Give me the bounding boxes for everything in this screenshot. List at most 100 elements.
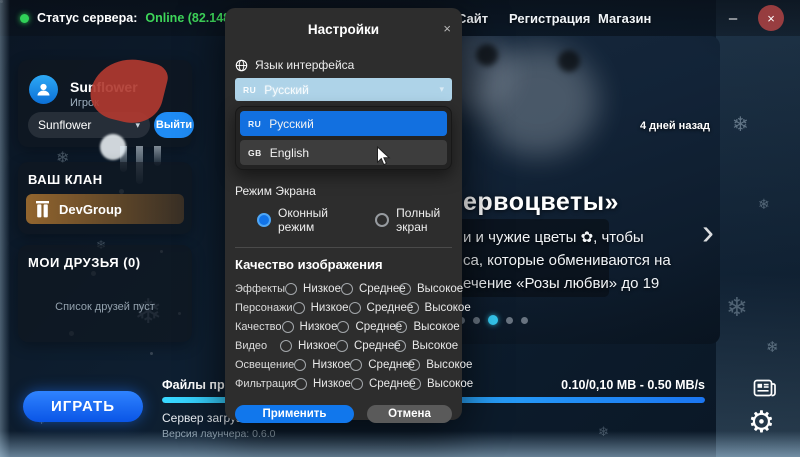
radio-icon xyxy=(349,302,361,314)
language-label: Язык интерфейса xyxy=(255,58,354,72)
online-status-dot xyxy=(20,14,29,23)
news-line-1: и и чужие цветы ✿, чтобы xyxy=(463,226,671,249)
carousel-dot-active[interactable] xyxy=(488,315,498,325)
radio-video-medium[interactable]: Среднее xyxy=(336,340,394,352)
carousel-dot[interactable] xyxy=(506,317,513,324)
modal-close-icon[interactable]: × xyxy=(443,21,451,36)
radio-fullscreen[interactable]: Полный экран xyxy=(375,206,452,234)
radio-icon xyxy=(407,302,419,314)
logout-button[interactable]: Выйти xyxy=(154,112,194,138)
radio-icon xyxy=(351,378,363,390)
radio-windowed[interactable]: Оконный режим xyxy=(257,206,342,234)
news-feed-icon[interactable] xyxy=(753,379,776,400)
settings-modal: Настройки × Язык интерфейса RU Русский ▾… xyxy=(225,8,462,420)
radio-icon xyxy=(409,378,421,390)
radio-lighting-medium[interactable]: Среднее xyxy=(350,359,408,371)
language-flag-code: RU xyxy=(243,85,256,95)
clan-card: ВАШ КЛАН DevGroup xyxy=(18,162,192,234)
friends-title: МОИ ДРУЗЬЯ (0) xyxy=(28,255,141,270)
news-body-text: и и чужие цветы ✿, чтобы са, которые обм… xyxy=(463,226,671,295)
download-speed-text: 0.10/0,10 MB - 0.50 MB/s xyxy=(480,378,705,392)
radio-quality-high[interactable]: Высокое xyxy=(395,321,453,333)
frost-decoration xyxy=(0,0,10,457)
chevron-down-icon: ▾ xyxy=(439,84,444,95)
radio-effects-low[interactable]: Низкое xyxy=(285,283,341,295)
apply-button[interactable]: Применить xyxy=(235,405,354,423)
quality-grid: Эффекты Низкое Среднее Высокое Персонажи… xyxy=(235,279,452,393)
quality-row-lighting: Освещение Низкое Среднее Высокое xyxy=(235,355,452,374)
radio-icon xyxy=(280,340,292,352)
radio-characters-low[interactable]: Низкое xyxy=(293,302,349,314)
globe-icon xyxy=(235,59,248,72)
carousel-next-arrow[interactable]: › xyxy=(702,212,714,252)
radio-icon xyxy=(394,340,406,352)
radio-lighting-low[interactable]: Низкое xyxy=(294,359,350,371)
news-line-3: ечение «Розы любви» до 19 xyxy=(463,272,671,295)
nav-item-shop[interactable]: Магазин xyxy=(598,0,651,36)
radio-icon xyxy=(294,359,306,371)
close-window-button[interactable]: × xyxy=(758,5,784,31)
quality-row-characters: Персонажи Низкое Среднее Высокое xyxy=(235,298,452,317)
radio-quality-low[interactable]: Низкое xyxy=(282,321,338,333)
radio-effects-high[interactable]: Высокое xyxy=(399,283,457,295)
clan-title: ВАШ КЛАН xyxy=(28,172,103,187)
language-dropdown: RU Русский GB English xyxy=(235,106,452,170)
quality-row-video: Видео Низкое Среднее Высокое xyxy=(235,336,452,355)
screen-mode-label: Режим Экрана xyxy=(235,184,452,198)
language-option-ru[interactable]: RU Русский xyxy=(240,111,447,136)
divider xyxy=(235,247,452,248)
radio-selected-icon xyxy=(257,213,271,227)
carousel-dot[interactable] xyxy=(473,317,480,324)
radio-filtering-low[interactable]: Низкое xyxy=(295,378,351,390)
language-label-row: Язык интерфейса xyxy=(235,58,452,72)
news-line-2: са, которые обмениваются на xyxy=(463,249,671,272)
carousel-dot[interactable] xyxy=(521,317,528,324)
radio-characters-medium[interactable]: Среднее xyxy=(349,302,407,314)
radio-characters-high[interactable]: Высокое xyxy=(407,302,465,314)
play-button[interactable]: ИГРАТЬ xyxy=(23,391,143,422)
nav-item-register[interactable]: Регистрация xyxy=(509,0,590,36)
radio-icon xyxy=(295,378,307,390)
clan-name: DevGroup xyxy=(59,202,122,217)
radio-video-low[interactable]: Низкое xyxy=(280,340,336,352)
language-select-value: Русский xyxy=(264,83,309,97)
language-option-en[interactable]: GB English xyxy=(240,140,447,165)
quality-row-quality: Качество Низкое Среднее Высокое xyxy=(235,317,452,336)
radio-lighting-high[interactable]: Высокое xyxy=(408,359,466,371)
screen-mode-options: Оконный режим Полный экран xyxy=(235,206,452,234)
radio-icon xyxy=(285,283,297,295)
minimize-button[interactable]: – xyxy=(720,5,746,31)
clan-row[interactable]: DevGroup xyxy=(26,194,184,224)
frost-decoration xyxy=(0,431,800,457)
radio-icon xyxy=(408,359,420,371)
modal-title: Настройки xyxy=(235,22,452,37)
launcher-window: ❄ ❄ ❄ ❄ ❄ ❄ ❄ ❄ ❄ ❄ 4 дней назад ервоцве… xyxy=(0,0,800,457)
quality-row-effects: Эффекты Низкое Среднее Высокое xyxy=(235,279,452,298)
server-status-label: Статус сервера: xyxy=(37,11,137,25)
person-icon xyxy=(35,81,52,98)
radio-icon xyxy=(282,321,294,333)
modal-footer: Применить Отмена xyxy=(235,405,452,423)
radio-icon xyxy=(293,302,305,314)
quality-row-filtering: Фильтрация Низкое Среднее Высокое xyxy=(235,374,452,393)
radio-icon xyxy=(341,283,353,295)
avatar xyxy=(29,75,58,104)
radio-video-high[interactable]: Высокое xyxy=(394,340,452,352)
radio-filtering-high[interactable]: Высокое xyxy=(409,378,467,390)
news-headline: ервоцветы» xyxy=(463,188,619,217)
account-select-value: Sunflower xyxy=(38,118,91,132)
radio-icon xyxy=(350,359,362,371)
news-age-badge: 4 дней назад xyxy=(600,120,710,132)
quality-title: Качество изображения xyxy=(235,257,452,272)
radio-icon xyxy=(336,340,348,352)
friends-card: МОИ ДРУЗЬЯ (0) Список друзей пуст xyxy=(18,245,192,342)
radio-filtering-medium[interactable]: Среднее xyxy=(351,378,409,390)
radio-icon xyxy=(375,213,389,227)
clan-banner-icon xyxy=(35,201,50,218)
radio-effects-medium[interactable]: Среднее xyxy=(341,283,399,295)
radio-icon xyxy=(399,283,411,295)
language-select[interactable]: RU Русский ▾ xyxy=(235,78,452,101)
cancel-button[interactable]: Отмена xyxy=(367,405,452,423)
radio-quality-medium[interactable]: Среднее xyxy=(337,321,395,333)
flower-icon: ✿ xyxy=(581,229,594,246)
